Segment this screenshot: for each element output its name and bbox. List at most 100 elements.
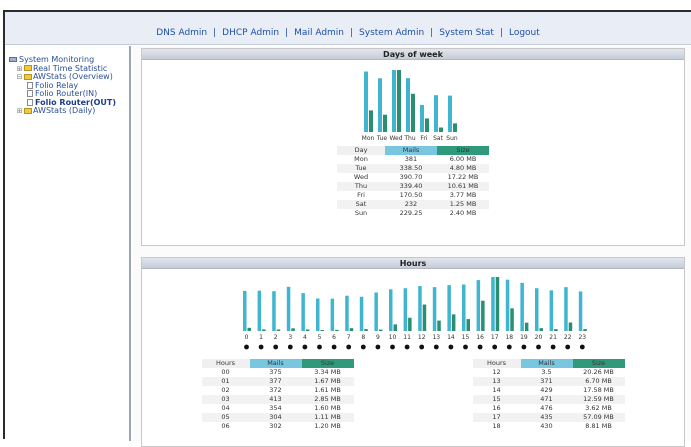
bar-mails-sun — [448, 95, 452, 132]
bar-mails-0 — [243, 290, 247, 331]
hours-table-right: Hours Mails Size 12 3.5 20.26 MB 13 371 6.70 MB 1… — [472, 359, 625, 431]
table-cell: 354 — [269, 404, 282, 412]
bar-mails-fri — [420, 104, 424, 132]
main-content[interactable]: Days of week Mon Tue Wed Thu Fri Sat Sun Day Ma… — [133, 46, 691, 447]
bar-mails-9 — [374, 292, 378, 331]
table-cell: 06 — [221, 422, 230, 430]
column-header-mails: Mails — [385, 146, 437, 155]
nav-link-logout[interactable]: Logout — [509, 28, 540, 38]
x-tick-label: 7 — [347, 334, 351, 341]
nav-separator: | — [350, 28, 354, 38]
table-cell: 229.25 — [399, 209, 423, 217]
hour-marker-icon — [346, 344, 352, 350]
bar-mails-1 — [257, 290, 262, 331]
column-header-size: Size — [301, 359, 354, 368]
bar-mails-19 — [520, 282, 524, 331]
table-cell: 1.25 MB — [437, 200, 489, 209]
bar-mails-21 — [549, 290, 554, 331]
x-tick-label: 9 — [376, 334, 380, 341]
bar-mails-23 — [578, 291, 583, 331]
x-tick-label: 23 — [578, 334, 586, 341]
bar-size-13 — [437, 320, 441, 331]
bar-mails-4 — [301, 293, 305, 331]
hour-marker-icon — [565, 344, 571, 350]
bar-size-tue — [383, 114, 387, 132]
folder-icon — [24, 73, 32, 80]
table-cell: 339.40 — [385, 182, 437, 191]
expand-toggle-icon[interactable]: ⊟ — [15, 73, 24, 82]
nav-separator: | — [499, 28, 503, 38]
table-cell: Mon — [354, 155, 368, 163]
column-header-hours: Hours — [201, 359, 250, 368]
bar-size-0 — [247, 327, 251, 331]
nav-link-dns-admin[interactable]: DNS Admin — [156, 28, 207, 38]
bar-size-5 — [320, 329, 324, 331]
table-cell: 00 — [221, 368, 230, 376]
x-tick-label: Thu — [403, 135, 415, 142]
bar-mails-mon — [364, 71, 368, 132]
document-icon — [27, 81, 33, 89]
table-header-row: Hours Mails Size — [472, 359, 625, 368]
bar-size-17 — [495, 277, 500, 331]
bar-size-8 — [364, 329, 368, 331]
table-cell: 02 — [221, 386, 230, 394]
bar-mails-8 — [359, 296, 364, 331]
bar-mails-14 — [447, 285, 451, 331]
hour-marker-icon — [550, 344, 556, 350]
expand-toggle-icon[interactable]: ⊞ — [15, 107, 24, 116]
bar-mails-5 — [316, 298, 320, 331]
x-tick-label: 2 — [274, 334, 278, 341]
bar-size-14 — [451, 314, 456, 331]
table-row: 05 304 1.11 MB — [201, 413, 354, 422]
computer-icon — [9, 57, 17, 62]
table-cell: 3.5 — [541, 368, 552, 376]
nav-link-system-admin[interactable]: System Admin — [359, 28, 424, 38]
bar-size-21 — [554, 329, 558, 331]
document-icon — [27, 90, 33, 97]
nav-link-system-stat[interactable]: System Stat — [439, 28, 494, 38]
x-tick-label: 17 — [491, 334, 499, 341]
hour-marker-icon — [521, 344, 527, 350]
bar-mails-18 — [505, 279, 510, 331]
bar-size-19 — [524, 322, 529, 331]
x-tick-label: Fri — [420, 135, 427, 142]
hour-marker-icon — [317, 344, 322, 350]
table-cell: Sun — [354, 209, 368, 217]
table-cell: 435 — [520, 413, 573, 422]
x-tick-label: 1 — [259, 334, 263, 341]
table-cell: 16 — [492, 404, 501, 412]
nav-separator: | — [213, 28, 217, 38]
table-row: 13 371 6.70 MB — [472, 377, 625, 386]
table-cell: 1.61 MB — [314, 386, 341, 394]
x-tick-label: 14 — [447, 334, 455, 341]
folder-icon — [24, 107, 32, 114]
table-cell: 05 — [201, 413, 250, 422]
bar-mails-2 — [272, 291, 276, 331]
x-tick-label: Tue — [376, 135, 388, 142]
table-cell: 15 — [472, 395, 521, 404]
hour-marker-icon — [302, 344, 308, 350]
hour-marker-icon — [375, 344, 381, 350]
bar-mails-wed — [392, 70, 396, 132]
bar-size-4 — [305, 329, 310, 331]
bar-size-9 — [378, 329, 383, 331]
table-row: Fri 170.50 3.77 MB — [337, 191, 489, 200]
hours-panel: Hours 0 1 2 3 4 5 6 7 8 9 10 11 12 13 14 15 16 17 18 19 20 21… — [141, 257, 685, 447]
x-tick-label: 11 — [403, 334, 411, 341]
hour-marker-icon — [273, 344, 279, 350]
table-cell: 12.59 MB — [572, 395, 625, 404]
nav-link-dhcp-admin[interactable]: DHCP Admin — [222, 28, 279, 38]
bar-size-mon — [369, 110, 373, 132]
x-tick-label: Sun — [446, 135, 458, 142]
table-row: 04 354 1.60 MB — [202, 404, 354, 413]
hour-marker-icon — [433, 344, 439, 350]
expand-toggle-icon[interactable]: ⊞ — [15, 65, 24, 74]
x-tick-label: 22 — [564, 334, 572, 341]
sidebar-tree: System Monitoring ⊞ Real Time Statistic ⊟ AW… — [5, 46, 131, 441]
nav-link-mail-admin[interactable]: Mail Admin — [294, 28, 344, 38]
bar-mails-3 — [286, 286, 291, 331]
table-row: 01 377 1.67 MB — [201, 377, 354, 386]
bar-mails-10 — [389, 289, 393, 331]
hour-marker-icon — [244, 344, 249, 350]
sidebar-item-awstats-daily[interactable]: ⊞ AWStats (Daily) — [9, 106, 129, 116]
